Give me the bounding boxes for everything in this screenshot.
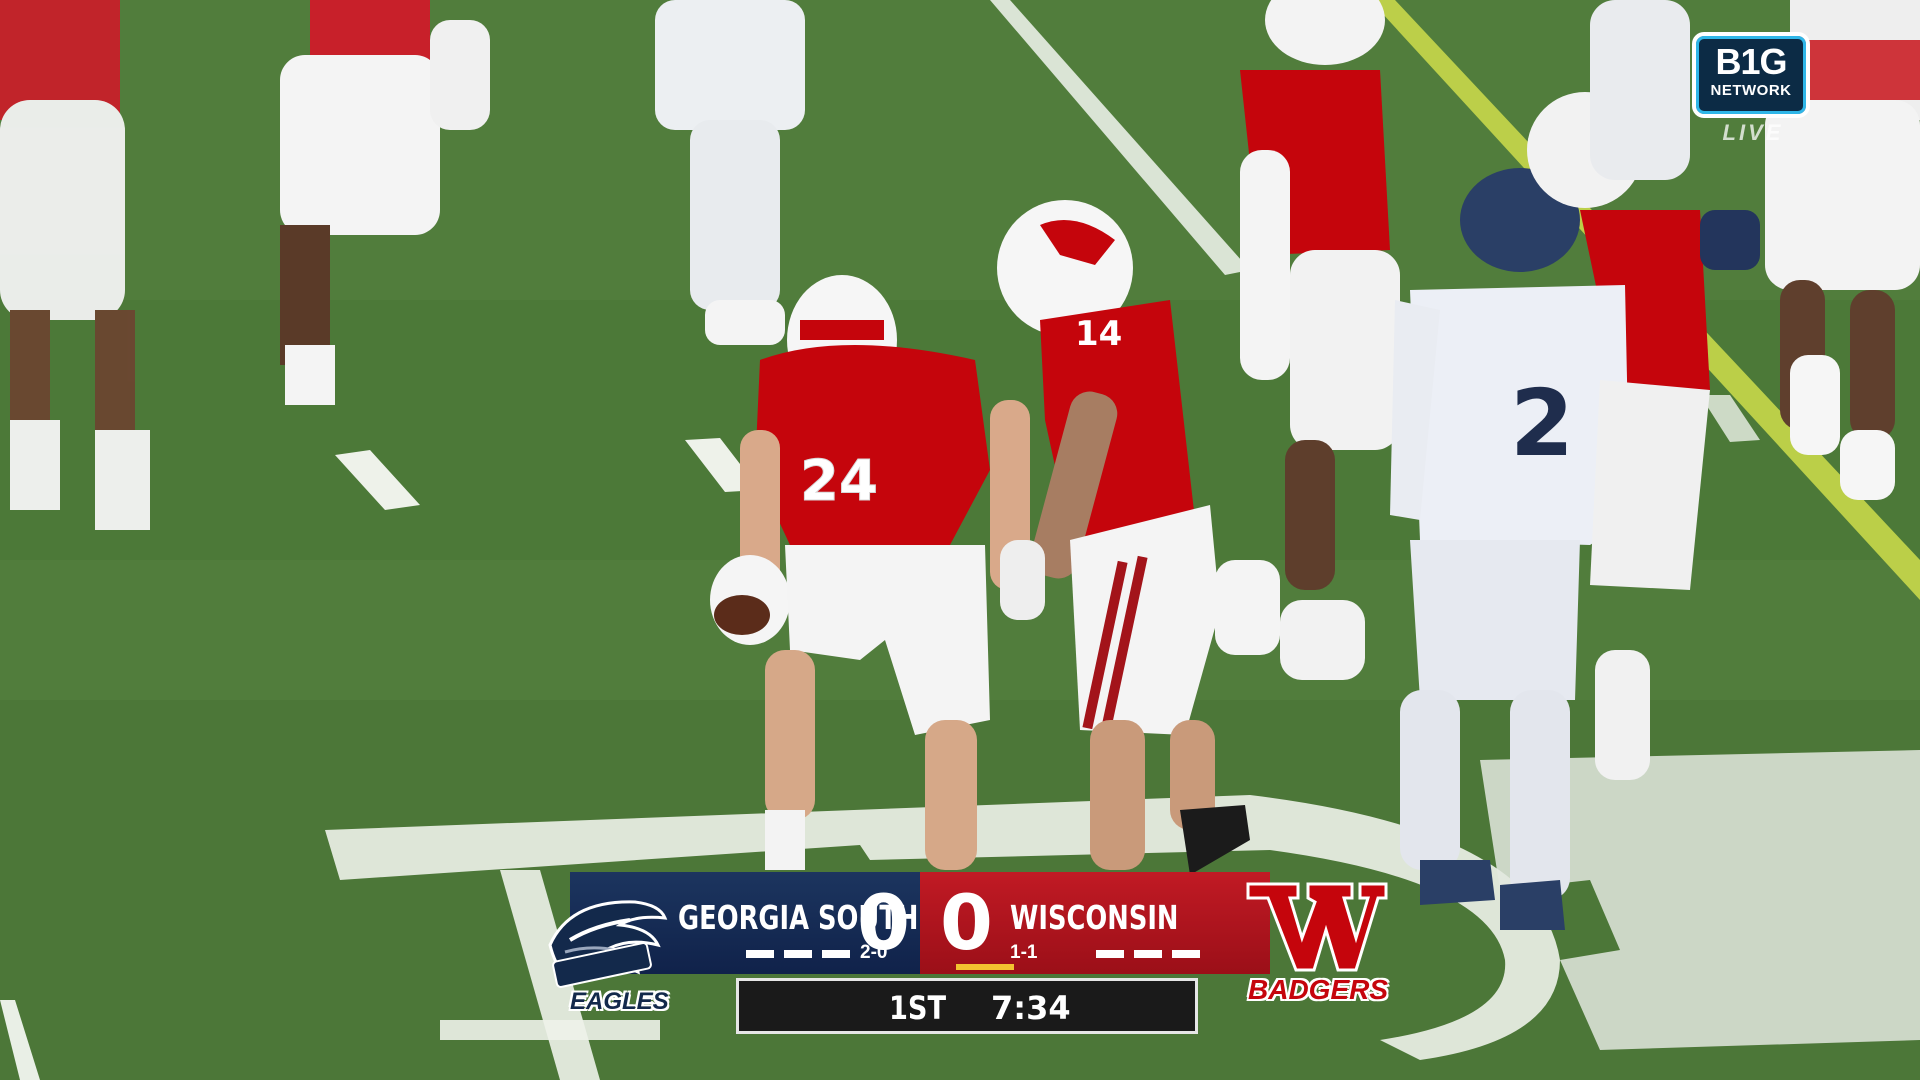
svg-text:14: 14	[1075, 314, 1122, 354]
home-team-score: 0	[940, 878, 993, 967]
score-bar: GEORGIA SOUTHERN 2-0 0 0 WISCONSIN 1-1	[570, 872, 1270, 974]
home-wordmark: BADGERS	[1248, 974, 1389, 1005]
possession-indicator	[956, 964, 1014, 970]
timeout-indicator	[784, 950, 812, 958]
timeout-indicator	[746, 950, 774, 958]
network-logo-sub: NETWORK	[1710, 82, 1792, 99]
svg-text:2: 2	[1510, 370, 1574, 477]
game-clock-bar: 1ST 7:34	[736, 978, 1198, 1034]
scorebug: GEORGIA SOUTHERN 2-0 0 0 WISCONSIN 1-1 E…	[540, 868, 1400, 1038]
live-indicator: LIVE	[1722, 120, 1784, 145]
away-team-score: 0	[857, 878, 910, 967]
away-wordmark: EAGLES	[570, 988, 669, 1015]
home-timeouts	[1096, 950, 1200, 958]
home-team-record: 1-1	[1010, 942, 1038, 963]
network-logo-big: B1G	[1715, 41, 1787, 82]
eagle-head-icon	[548, 900, 668, 988]
timeout-indicator	[822, 950, 850, 958]
timeout-indicator	[1134, 950, 1162, 958]
timeout-indicator	[1172, 950, 1200, 958]
quarter-indicator: 1ST	[889, 989, 947, 1027]
wisconsin-logo: BADGERS	[1240, 876, 1390, 1016]
away-timeouts	[746, 950, 850, 958]
home-team-panel: 0 WISCONSIN 1-1	[920, 872, 1270, 974]
network-logo: B1G NETWORK	[1692, 32, 1810, 118]
georgia-southern-logo: EAGLES	[540, 890, 670, 1015]
svg-text:24: 24	[800, 449, 878, 514]
home-team-name: WISCONSIN	[1010, 898, 1179, 937]
timeout-indicator	[1096, 950, 1124, 958]
game-clock: 7:34	[991, 989, 1071, 1027]
motion-w-icon	[1246, 882, 1388, 972]
